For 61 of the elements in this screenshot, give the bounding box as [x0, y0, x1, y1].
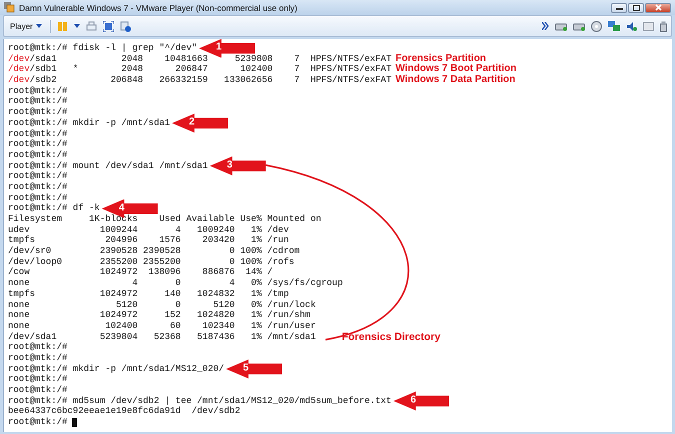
terminal-line: Filesystem 1K-blocks Used Available Use% Mounted on	[8, 214, 322, 225]
terminal-line: root@mtk:/#	[8, 86, 68, 96]
annotation-label: Forensics Directory	[342, 332, 440, 342]
speaker-icon[interactable]	[626, 20, 637, 32]
terminal-line: root@mtk:/# fdisk -l | grep "^/dev"	[8, 43, 198, 54]
terminal-line: none 5120 0 5120 0% /run/lock	[8, 300, 316, 310]
terminal-line: none 102400 60 102340 1% /run/user	[8, 320, 316, 332]
terminal-line: tmpfs 204996 1576 203420 1% /run	[8, 235, 289, 246]
terminal-line: none 4 0 4 0% /sys/fs/cgroup	[8, 278, 343, 289]
terminal-line: root@mtk:/#	[8, 385, 68, 396]
app-icon	[4, 2, 15, 13]
info-icon[interactable]	[120, 20, 131, 32]
drive-icon[interactable]	[573, 21, 585, 31]
close-button[interactable]	[645, 2, 671, 12]
terminal-line: root@mtk:/# md5sum /dev/sdb2 | tee /mnt/sda1/MS12_020/md5sum_before.txt	[8, 396, 392, 406]
terminal[interactable]	[3, 39, 672, 432]
printer-icon[interactable]	[86, 20, 97, 32]
terminal-line: /dev/sr0 2390528 2390528 0 100% /cdrom	[8, 246, 300, 257]
terminal-line: /dev/loop0 2355200 2355200 0 100% /rofs	[8, 256, 294, 268]
minimize-button[interactable]	[611, 2, 627, 12]
terminal-line: root@mtk:/#	[8, 192, 68, 204]
minimize-icon	[616, 6, 622, 10]
chevron-icon[interactable]	[542, 22, 549, 30]
terminal-line: root@mtk:/#	[8, 171, 68, 182]
maximize-button[interactable]	[628, 2, 644, 12]
terminal-line: root@mtk:/#	[8, 107, 68, 118]
terminal-line: root@mtk:/#	[8, 417, 68, 428]
terminal-line: udev 1009244 4 1009240 1% /dev	[8, 224, 289, 236]
close-icon	[654, 4, 662, 11]
window-title: Damn Vulnerable Windows 7 - VMware Player (Non-commercial use only)	[19, 2, 298, 12]
terminal-line: root@mtk:/#	[8, 150, 68, 161]
player-menu[interactable]: Player	[8, 22, 44, 30]
drive-icon[interactable]	[555, 21, 567, 31]
caret-icon[interactable]	[74, 24, 80, 28]
terminal-line: /dev/sda1 5239804 52368 5187436 1% /mnt/sda1	[8, 332, 316, 342]
usb-icon[interactable]	[660, 20, 667, 32]
disc-icon[interactable]	[591, 20, 602, 32]
caret-icon	[36, 24, 42, 28]
terminal-line: root@mtk:/#	[8, 128, 68, 140]
terminal-line: root@mtk:/# mount /dev/sda1 /mnt/sda1	[8, 160, 208, 172]
terminal-line: none 1024972 152 1024820 1% /run/shm	[8, 310, 310, 321]
terminal-line: /dev/sdb1 * 2048 206847 102400 7 HPFS/NTFS/exFAT	[8, 64, 392, 76]
terminal-line: tmpfs 1024972 140 1024832 1% /tmp	[8, 288, 289, 300]
network-icon[interactable]	[608, 20, 620, 32]
terminal-line: root@mtk:/#	[8, 96, 68, 108]
terminal-line: /dev/sdb2 206848 266332159 133062656 7 HPFS/NTFS/exFAT	[8, 75, 392, 86]
terminal-line: root@mtk:/# mkdir -p /mnt/sda1	[8, 118, 170, 129]
terminal-line: bee64337c6bc92eeae1e19e8fc6da91d /dev/sdb2	[8, 406, 240, 418]
fullscreen-icon[interactable]	[102, 20, 114, 32]
partition-note: Forensics Partition	[395, 54, 486, 64]
terminal-line: root@mtk:/#	[8, 352, 68, 364]
terminal-line: root@mtk:/# mkdir -p /mnt/sda1/MS12_020/	[8, 364, 224, 374]
terminal-line: /cow 1024972 138096 886876 14% /	[8, 267, 273, 278]
maximize-icon	[632, 4, 640, 10]
terminal-line: root@mtk:/# df -k	[8, 203, 100, 214]
terminal-line: root@mtk:/#	[8, 139, 68, 150]
partition-note: Windows 7 Boot Partition	[395, 64, 516, 74]
partition-note: Windows 7 Data Partition	[395, 75, 516, 86]
terminal-line: root@mtk:/#	[8, 342, 68, 353]
terminal-line: root@mtk:/#	[8, 182, 68, 193]
terminal-line: root@mtk:/#	[8, 374, 68, 386]
